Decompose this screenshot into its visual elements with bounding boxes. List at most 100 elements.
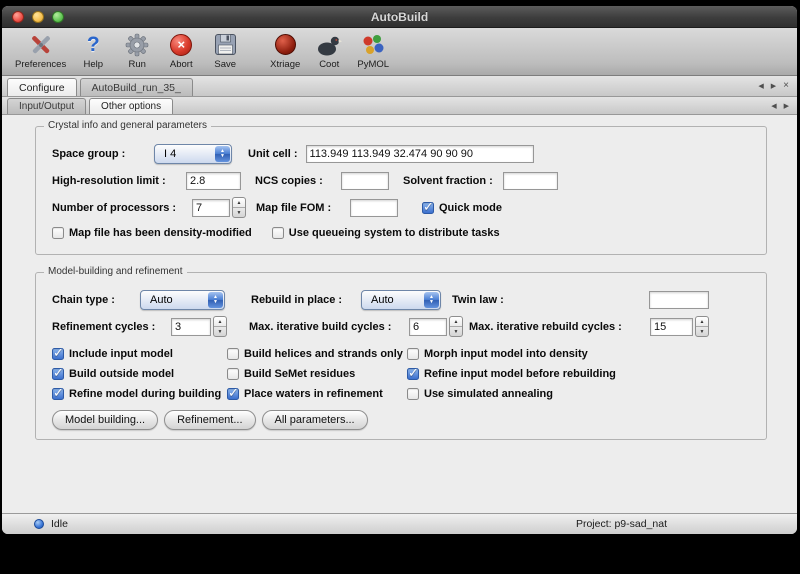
max-rebuild-cycles-label: Max. iterative rebuild cycles : xyxy=(469,321,622,333)
solvent-fraction-label: Solvent fraction : xyxy=(403,175,499,187)
rebuild-in-place-dropdown[interactable]: Auto xyxy=(361,290,441,310)
tab-scroll-left-icon[interactable]: ◀ xyxy=(758,82,763,90)
checkbox-label: Quick mode xyxy=(439,202,502,214)
status-bar: Idle Project: p9-sad_nat xyxy=(2,513,797,534)
close-window-button[interactable] xyxy=(12,11,24,23)
checkbox-box xyxy=(407,388,419,400)
tab-controls: ◀ ▶ × xyxy=(758,81,792,91)
checkbox-simulated-annealing[interactable]: Use simulated annealing xyxy=(407,388,754,400)
space-group-label: Space group : xyxy=(52,148,154,160)
tab-label: Configure xyxy=(19,82,65,94)
preferences-button[interactable]: Preferences xyxy=(10,31,71,70)
run-button[interactable]: Run xyxy=(115,31,159,70)
chain-type-label: Chain type : xyxy=(52,294,140,306)
checkbox-box xyxy=(227,388,239,400)
coot-button[interactable]: Coot xyxy=(307,31,351,70)
checkbox-box xyxy=(52,227,64,239)
tab-other-options[interactable]: Other options xyxy=(89,98,173,114)
tab-close-icon[interactable]: × xyxy=(783,81,789,91)
space-group-row: Space group : I 4 Unit cell : xyxy=(52,140,754,167)
checkbox-density-modified[interactable]: Map file has been density-modified xyxy=(52,227,252,239)
max-build-cycles-input[interactable] xyxy=(409,318,447,336)
dropdown-arrows-icon xyxy=(215,146,230,162)
tab-input-output[interactable]: Input/Output xyxy=(7,98,86,114)
checkbox-morph-input-model[interactable]: Morph input model into density xyxy=(407,348,754,360)
checkbox-label: Use queueing system to distribute tasks xyxy=(289,227,500,239)
unit-cell-input[interactable] xyxy=(306,145,534,163)
checkbox-place-waters[interactable]: Place waters in refinement xyxy=(227,388,407,400)
checkbox-label: Include input model xyxy=(69,348,173,360)
tab-configure[interactable]: Configure xyxy=(7,78,77,96)
map-fom-input[interactable] xyxy=(350,199,398,217)
high-res-input[interactable] xyxy=(186,172,241,190)
tab-autobuild-run-35[interactable]: AutoBuild_run_35_ xyxy=(80,78,193,96)
cycles-row: Refinement cycles : Max. iterative build… xyxy=(52,313,754,340)
tab-scroll-right-icon[interactable]: ▶ xyxy=(771,82,776,90)
resolution-row: High-resolution limit : NCS copies : Sol… xyxy=(52,167,754,194)
status-text: Idle xyxy=(51,518,68,530)
space-group-dropdown[interactable]: I 4 xyxy=(154,144,232,164)
checkbox-build-semet[interactable]: Build SeMet residues xyxy=(227,368,407,380)
desktop-background: AutoBuild Preferences ? Help xyxy=(0,0,800,574)
checkbox-build-helices-strands[interactable]: Build helices and strands only xyxy=(227,348,407,360)
processors-input[interactable] xyxy=(192,199,230,217)
sub-tab-bar: Input/Output Other options ◀ ▶ xyxy=(2,97,797,115)
abort-button[interactable]: Abort xyxy=(159,31,203,70)
minimize-window-button[interactable] xyxy=(32,11,44,23)
processors-stepper[interactable] xyxy=(232,197,246,218)
tab-label: Input/Output xyxy=(19,101,74,112)
max-build-cycles-label: Max. iterative build cycles : xyxy=(249,321,401,333)
refinement-button[interactable]: Refinement... xyxy=(164,410,255,430)
checkbox-refine-during-building[interactable]: Refine model during building xyxy=(52,388,227,400)
checkbox-box xyxy=(52,388,64,400)
model-building-button[interactable]: Model building... xyxy=(52,410,158,430)
sub-tab-scroll-right-icon[interactable]: ▶ xyxy=(784,102,789,110)
processors-row: Number of processors : Map file FOM : Qu… xyxy=(52,194,754,221)
tool-label: Help xyxy=(83,59,103,70)
checkbox-include-input-model[interactable]: Include input model xyxy=(52,348,227,360)
title-bar[interactable]: AutoBuild xyxy=(2,6,797,28)
tool-label: PyMOL xyxy=(357,59,389,70)
sub-tab-controls: ◀ ▶ xyxy=(771,102,792,110)
pymol-icon xyxy=(361,31,385,58)
help-button[interactable]: ? Help xyxy=(71,31,115,70)
group-title: Model-building and refinement xyxy=(44,266,187,277)
refinement-cycles-input[interactable] xyxy=(171,318,211,336)
refinement-cycles-stepper[interactable] xyxy=(213,316,227,337)
checkbox-label: Map file has been density-modified xyxy=(69,227,252,239)
window-title: AutoBuild xyxy=(371,10,428,24)
checkbox-queueing-system[interactable]: Use queueing system to distribute tasks xyxy=(272,227,500,239)
checkbox-build-outside-model[interactable]: Build outside model xyxy=(52,368,227,380)
checkbox-label: Place waters in refinement xyxy=(244,388,383,400)
rebuild-in-place-label: Rebuild in place : xyxy=(251,294,361,306)
checkbox-refine-before-rebuilding[interactable]: Refine input model before rebuilding xyxy=(407,368,754,380)
xtriage-button[interactable]: Xtriage xyxy=(263,31,307,70)
checkbox-quick-mode[interactable]: Quick mode xyxy=(422,202,502,214)
dropdown-arrows-icon xyxy=(424,292,439,308)
processors-label: Number of processors : xyxy=(52,202,184,214)
run-gear-icon xyxy=(125,31,149,58)
chain-type-dropdown[interactable]: Auto xyxy=(140,290,225,310)
solvent-fraction-input[interactable] xyxy=(503,172,558,190)
all-parameters-button[interactable]: All parameters... xyxy=(262,410,368,430)
checkbox-box xyxy=(52,368,64,380)
max-build-cycles-stepper[interactable] xyxy=(449,316,463,337)
coot-bird-icon xyxy=(316,31,342,58)
sub-tab-scroll-left-icon[interactable]: ◀ xyxy=(771,102,776,110)
ncs-copies-input[interactable] xyxy=(341,172,389,190)
twin-law-input[interactable] xyxy=(649,291,709,309)
checkbox-box xyxy=(227,348,239,360)
checkbox-label: Morph input model into density xyxy=(424,348,588,360)
pymol-button[interactable]: PyMOL xyxy=(351,31,395,70)
crystal-info-group: Crystal info and general parameters Spac… xyxy=(35,126,767,255)
save-button[interactable]: Save xyxy=(203,31,247,70)
zoom-window-button[interactable] xyxy=(52,11,64,23)
checkbox-box xyxy=(407,368,419,380)
max-rebuild-cycles-input[interactable] xyxy=(650,318,693,336)
map-fom-label: Map file FOM : xyxy=(256,202,346,214)
max-rebuild-cycles-stepper[interactable] xyxy=(695,316,709,337)
tool-label: Coot xyxy=(319,59,339,70)
model-buttons-row: Model building... Refinement... All para… xyxy=(52,410,754,430)
refinement-cycles-label: Refinement cycles : xyxy=(52,321,163,333)
help-icon: ? xyxy=(87,31,100,58)
